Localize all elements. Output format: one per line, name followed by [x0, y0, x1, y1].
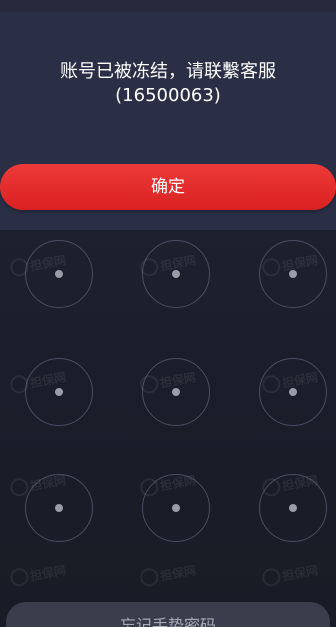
- pattern-lock-grid[interactable]: [0, 230, 336, 600]
- pattern-dot: [55, 504, 63, 512]
- watermark-icon: [138, 373, 160, 395]
- watermark-icon: [8, 566, 30, 588]
- pattern-dot: [55, 270, 63, 278]
- status-strip: [0, 0, 336, 12]
- frozen-account-dialog: 账号已被冻结，请联繫客服 (16500063) 确定: [0, 12, 336, 230]
- watermark-icon: [260, 373, 282, 395]
- forgot-pattern-button[interactable]: 忘记手势密码: [6, 602, 330, 627]
- pattern-dot: [172, 504, 180, 512]
- watermark-icon: [8, 373, 30, 395]
- dialog-message: 账号已被冻结，请联繫客服 (16500063): [0, 60, 336, 108]
- pattern-dot: [55, 388, 63, 396]
- confirm-button[interactable]: 确定: [0, 164, 336, 210]
- forgot-pattern-label: 忘记手势密码: [119, 616, 216, 627]
- watermark-icon: [8, 476, 30, 498]
- watermark-icon: [138, 256, 160, 278]
- lock-screen: 担保网 担保网 担保网 账号已被冻结，请联繫客服 (16500063) 确定 担…: [0, 0, 336, 627]
- message-line-1: 账号已被冻结，请联繫客服: [60, 61, 276, 82]
- watermark-icon: [138, 566, 160, 588]
- watermark-icon: [260, 566, 282, 588]
- watermark-icon: [260, 476, 282, 498]
- message-line-2: (16500063): [115, 85, 221, 106]
- pattern-dot: [289, 504, 297, 512]
- watermark-icon: [8, 256, 30, 278]
- watermark-icon: [138, 476, 160, 498]
- watermark-icon: [260, 256, 282, 278]
